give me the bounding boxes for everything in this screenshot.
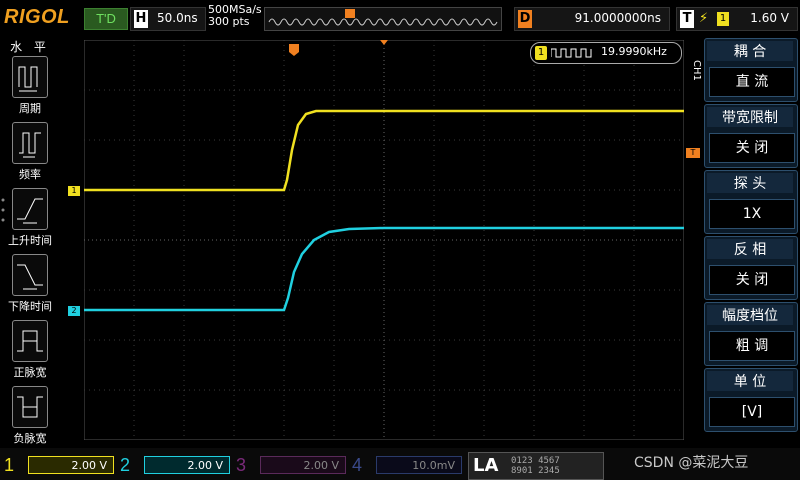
timebase-box[interactable]: H 50.0ns bbox=[130, 7, 206, 31]
ch1-scale: 2.00 V bbox=[28, 456, 114, 474]
measure-negative-width[interactable]: 负脉宽 bbox=[6, 386, 54, 446]
la-label: LA bbox=[473, 455, 499, 476]
ch2-status[interactable]: 2 2.00 V bbox=[120, 454, 232, 476]
trigger-source: 1 bbox=[717, 12, 729, 26]
ch3-scale: 2.00 V bbox=[260, 456, 346, 474]
frequency-label: 频率 bbox=[19, 168, 41, 181]
delay-value: 91.0000000ns bbox=[574, 11, 661, 25]
ch4-number: 4 bbox=[352, 455, 363, 475]
ch2-number: 2 bbox=[120, 455, 131, 475]
rigol-logo: RIGOL bbox=[4, 6, 70, 28]
memory-waveform-icon bbox=[268, 9, 498, 26]
memory-depth: 300 pts bbox=[208, 15, 250, 28]
invert-title: 反 相 bbox=[707, 239, 793, 259]
ch4-status[interactable]: 4 10.0mV bbox=[352, 454, 464, 476]
menu-bandwidth-limit[interactable]: 带宽限制 关 闭 bbox=[704, 104, 798, 168]
csdn-watermark: CSDN @菜泥大豆 bbox=[634, 455, 749, 471]
waveform-display[interactable] bbox=[84, 40, 684, 440]
positive-width-icon bbox=[12, 320, 48, 362]
delay-box[interactable]: D 91.0000000ns bbox=[514, 7, 670, 31]
left-menu-title: 水 平 bbox=[10, 40, 50, 54]
fall-time-icon bbox=[12, 254, 48, 296]
ch1-status[interactable]: 1 2.00 V bbox=[4, 454, 116, 476]
ch4-scale: 10.0mV bbox=[376, 456, 462, 474]
bandwidth-limit-title: 带宽限制 bbox=[707, 107, 793, 127]
left-measure-menu: 水 平 周期 频率 上升时间 下降时间 正脉宽 负脉宽 bbox=[0, 36, 60, 446]
negative-width-icon bbox=[12, 386, 48, 428]
la-status[interactable]: LA 0123 4567 8901 2345 bbox=[468, 452, 604, 480]
measure-positive-width[interactable]: 正脉宽 bbox=[6, 320, 54, 380]
frequency-readout[interactable]: 1 19.9990kHz bbox=[530, 42, 682, 64]
ch3-number: 3 bbox=[236, 455, 247, 475]
la-channels: 0123 4567 8901 2345 bbox=[511, 456, 560, 476]
la-row-1: 0123 4567 bbox=[511, 456, 560, 466]
coupling-title: 耦 合 bbox=[707, 41, 793, 61]
negative-width-label: 负脉宽 bbox=[13, 432, 47, 445]
probe-value: 1X bbox=[709, 199, 795, 229]
rise-time-icon bbox=[12, 188, 48, 230]
top-status-bar: RIGOL T'D H 50.0ns 500MSa/s 300 pts D 91… bbox=[0, 0, 800, 36]
ch1-number: 1 bbox=[4, 455, 15, 475]
ch1-menu-tab: CH1 bbox=[691, 60, 702, 81]
menu-probe[interactable]: 探 头 ◀ 1X bbox=[704, 170, 798, 234]
ch3-status[interactable]: 3 2.00 V bbox=[236, 454, 348, 476]
ch2-scale: 2.00 V bbox=[144, 456, 230, 474]
invert-value: 关 闭 bbox=[709, 265, 795, 295]
measure-rise-time[interactable]: 上升时间 bbox=[6, 188, 54, 248]
volts-div-value: 粗 调 bbox=[709, 331, 795, 361]
period-label: 周期 bbox=[19, 102, 41, 115]
measure-frequency[interactable]: 频率 bbox=[6, 122, 54, 182]
ch2-offset-marker[interactable]: 2 bbox=[68, 306, 80, 316]
rising-edge-icon: ⚡ bbox=[699, 11, 709, 26]
right-channel-menu: 耦 合 ◀ 直 流 带宽限制 关 闭 探 头 ◀ 1X 反 相 关 闭 幅度档位… bbox=[704, 38, 800, 440]
trigger-box[interactable]: T ⚡ 1 1.60 V bbox=[676, 7, 798, 31]
timebase-value: 50.0ns bbox=[157, 11, 198, 25]
unit-title: 单 位 bbox=[707, 371, 793, 391]
fall-time-label: 下降时间 bbox=[8, 300, 52, 313]
readout-channel: 1 bbox=[535, 46, 547, 60]
measure-fall-time[interactable]: 下降时间 bbox=[6, 254, 54, 314]
menu-unit[interactable]: 单 位 ◀ [V] bbox=[704, 368, 798, 432]
timebase-label: H bbox=[134, 10, 148, 28]
coupling-value: 直 流 bbox=[709, 67, 795, 97]
scroll-dots-icon bbox=[0, 196, 6, 226]
trigger-level: 1.60 V bbox=[750, 11, 789, 25]
menu-coupling[interactable]: 耦 合 ◀ 直 流 bbox=[704, 38, 798, 102]
memory-overview[interactable] bbox=[264, 7, 502, 31]
rise-time-label: 上升时间 bbox=[8, 234, 52, 247]
menu-volts-div[interactable]: 幅度档位 粗 调 bbox=[704, 302, 798, 366]
menu-invert[interactable]: 反 相 关 闭 bbox=[704, 236, 798, 300]
ch1-offset-marker[interactable]: 1 bbox=[68, 186, 80, 196]
measure-period[interactable]: 周期 bbox=[6, 56, 54, 116]
la-row-2: 8901 2345 bbox=[511, 466, 560, 476]
positive-width-label: 正脉宽 bbox=[13, 366, 47, 379]
square-wave-icon bbox=[551, 48, 592, 58]
frequency-icon bbox=[12, 122, 48, 164]
trigger-level-marker[interactable]: T bbox=[686, 148, 700, 158]
volts-div-title: 幅度档位 bbox=[707, 305, 793, 325]
period-icon bbox=[12, 56, 48, 98]
bandwidth-limit-value: 关 闭 bbox=[709, 133, 795, 163]
sample-info: 500MSa/s 300 pts bbox=[208, 4, 262, 28]
readout-value: 19.9990kHz bbox=[601, 45, 667, 58]
probe-title: 探 头 bbox=[707, 173, 793, 193]
delay-label: D bbox=[518, 10, 532, 28]
trigger-label: T bbox=[680, 10, 694, 28]
run-mode-button[interactable]: T'D bbox=[84, 8, 128, 30]
unit-value: [V] bbox=[709, 397, 795, 427]
